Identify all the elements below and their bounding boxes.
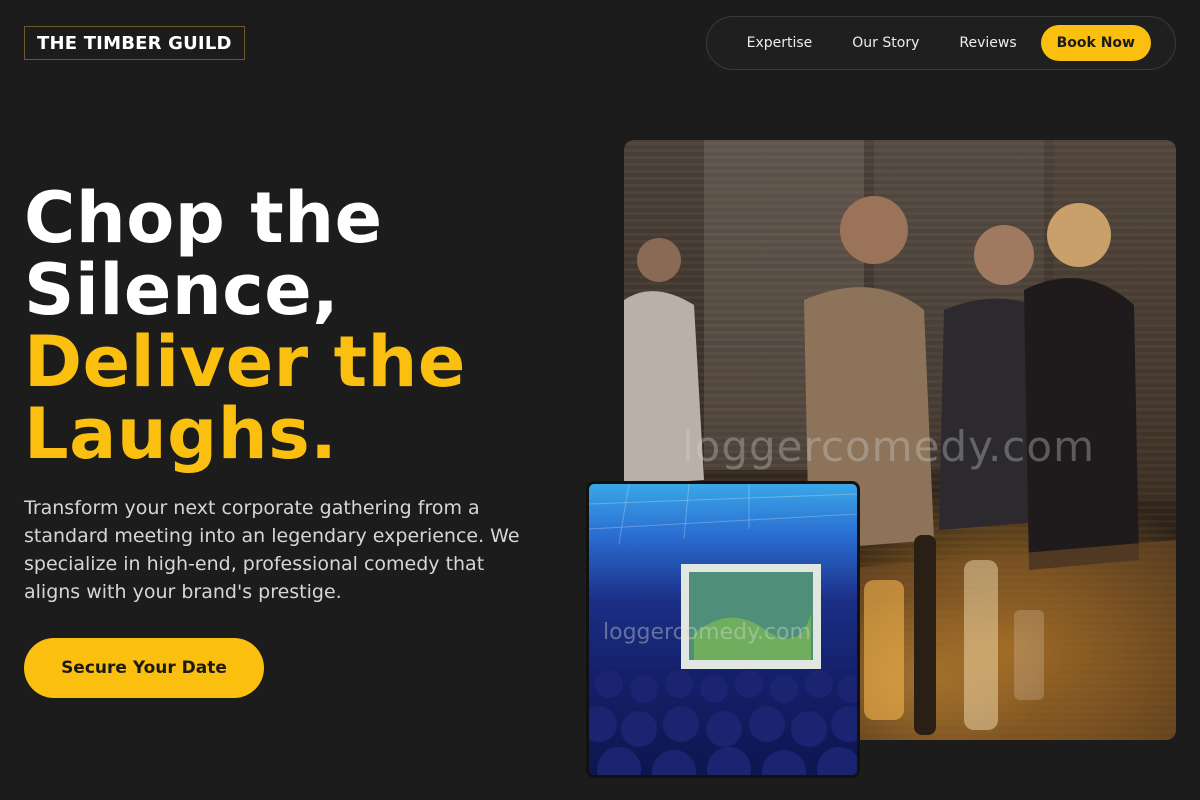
headline-line-4: Laughs. bbox=[24, 393, 338, 475]
landing-page: THE TIMBER GUILD Expertise Our Story Rev… bbox=[0, 0, 1200, 800]
site-logo[interactable]: THE TIMBER GUILD bbox=[24, 26, 245, 60]
nav-link-expertise[interactable]: Expertise bbox=[747, 35, 813, 51]
headline-line-3: Deliver the bbox=[24, 321, 466, 403]
conference-audience-photo: loggercomedy.com bbox=[586, 481, 860, 778]
main-image-watermark: loggercomedy.com bbox=[682, 422, 1095, 471]
hero-headline: Chop the Silence, Deliver the Laughs. bbox=[24, 182, 584, 470]
headline-line-2: Silence, bbox=[24, 249, 340, 331]
main-nav: Expertise Our Story Reviews Book Now bbox=[706, 16, 1176, 70]
hero-description: Transform your next corporate gathering … bbox=[24, 497, 520, 603]
secure-your-date-button[interactable]: Secure Your Date bbox=[24, 638, 264, 698]
headline-line-1: Chop the bbox=[24, 177, 383, 259]
nav-link-our-story[interactable]: Our Story bbox=[852, 35, 919, 51]
book-now-button[interactable]: Book Now bbox=[1040, 25, 1151, 61]
nav-link-reviews[interactable]: Reviews bbox=[959, 35, 1016, 51]
small-image-watermark: loggercomedy.com bbox=[603, 620, 811, 645]
